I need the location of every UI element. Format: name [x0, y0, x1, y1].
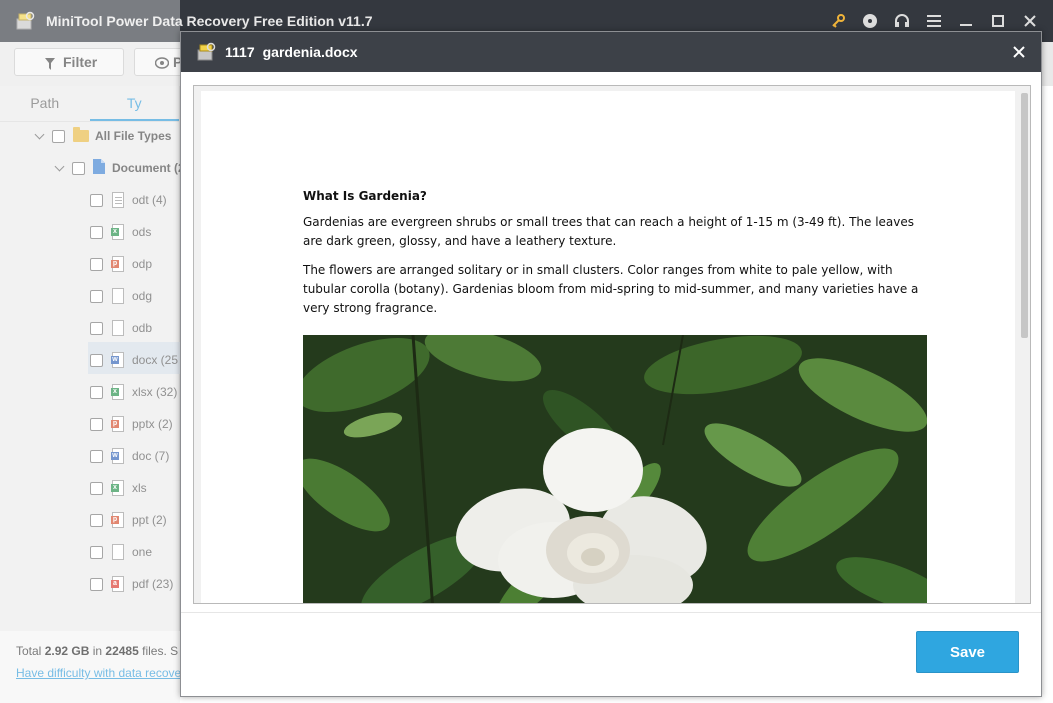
close-icon[interactable] — [1007, 40, 1031, 64]
save-button[interactable]: Save — [916, 631, 1019, 673]
file-name: gardenia.docx — [262, 44, 358, 60]
document-paragraph: The flowers are arranged solitary or in … — [303, 263, 919, 315]
dialog-footer: Save — [181, 612, 1041, 696]
document-paragraph: Gardenias are evergreen shrubs or small … — [303, 215, 915, 248]
document-page: What Is Gardenia? Gardenias are evergree… — [201, 91, 1015, 603]
file-number: 1117 — [225, 44, 255, 60]
gardenia-photo — [296, 328, 950, 603]
scrollbar-thumb[interactable] — [1021, 93, 1028, 338]
app-logo-icon — [195, 41, 217, 63]
vertical-scrollbar[interactable] — [1020, 91, 1029, 603]
document-title: What Is Gardenia? — [303, 189, 427, 203]
preview-dialog: 1117 gardenia.docx What Is Gardenia? Gar… — [180, 31, 1042, 697]
dialog-header: 1117 gardenia.docx — [181, 32, 1041, 72]
document-body: What Is Gardenia? Gardenias are evergree… — [303, 189, 928, 328]
document-preview-frame: What Is Gardenia? Gardenias are evergree… — [193, 85, 1031, 604]
modal-backdrop — [0, 0, 180, 703]
